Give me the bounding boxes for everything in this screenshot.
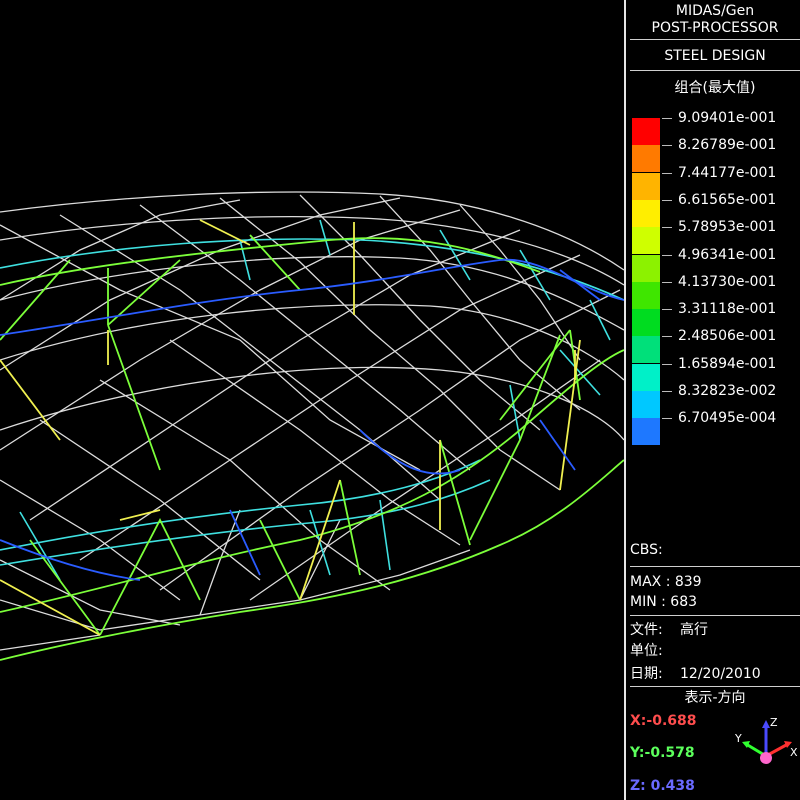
legend-tick [662,336,672,338]
legend-tick [662,363,672,365]
divider [630,70,800,71]
axis-y-value: Y:-0.578 [630,745,695,761]
divider [630,566,800,567]
min-label: MIN : 683 [630,594,698,610]
unit-label: 单位: [630,643,663,659]
triad-x-label: X [790,746,798,759]
legend-tick [662,199,672,201]
divider [630,615,800,616]
legend-color-1 [632,118,660,145]
axis-triad-icon: Z Y X [734,716,798,764]
legend-value-10: 1.65894e-001 [678,355,777,372]
triad-y-label: Y [734,732,742,745]
divider [630,39,800,40]
structure-wireframe[interactable] [0,0,624,800]
legend-color-4 [632,199,660,227]
legend-color-11 [632,391,660,418]
model-viewport[interactable] [0,0,624,800]
legend-color-9 [632,336,660,364]
legend-color-5 [632,227,660,255]
file-value: 高行 [680,622,708,638]
axis-z-value: Z: 0.438 [630,778,695,794]
app-name: MIDAS/Gen [675,3,755,19]
legend-tick [662,281,672,283]
legend-value-5: 5.78953e-001 [678,219,777,236]
file-label: 文件: [630,622,663,638]
view-direction-label: 表示-方向 [684,690,746,706]
cbs-label: CBS: [630,542,663,558]
legend-tick [662,418,672,420]
max-label: MAX : 839 [630,574,702,590]
legend-value-6: 4.96341e-001 [678,246,777,263]
legend-tick [662,118,672,119]
legend-value-9: 2.48506e-001 [678,328,777,345]
legend-color-12 [632,418,660,446]
legend-tick [662,145,672,147]
legend-value-3: 7.44177e-001 [678,164,777,181]
design-type: STEEL DESIGN [664,48,766,64]
panel-divider [624,0,626,800]
legend-tick [662,254,672,256]
legend-tick [662,309,672,311]
legend-value-4: 6.61565e-001 [678,191,777,208]
date-label: 日期: [630,666,663,682]
legend-color-7 [632,281,660,309]
legend-color-3 [632,172,660,200]
legend-panel: MIDAS/Gen POST-PROCESSOR STEEL DESIGN 组合… [624,0,800,800]
legend-value-12: 6.70495e-004 [678,410,777,427]
legend-color-2 [632,145,660,173]
axis-x-value: X:-0.688 [630,713,697,729]
triad-z-label: Z [770,716,778,729]
legend-color-10 [632,363,660,391]
legend-color-6 [632,254,660,282]
app-module: POST-PROCESSOR [651,20,779,36]
legend-value-8: 3.31118e-001 [678,301,777,318]
legend-value-1: 9.09401e-001 [678,110,777,126]
legend-tick [662,391,672,392]
divider [630,686,800,687]
legend-value-11: 8.32823e-002 [678,383,777,399]
date-value: 12/20/2010 [680,666,761,682]
legend-value-7: 4.13730e-001 [678,273,777,290]
result-type: 组合(最大值) [674,80,756,96]
legend-tick [662,227,672,229]
legend-color-8 [632,309,660,337]
legend-tick [662,172,672,174]
legend-value-2: 8.26789e-001 [678,137,777,154]
